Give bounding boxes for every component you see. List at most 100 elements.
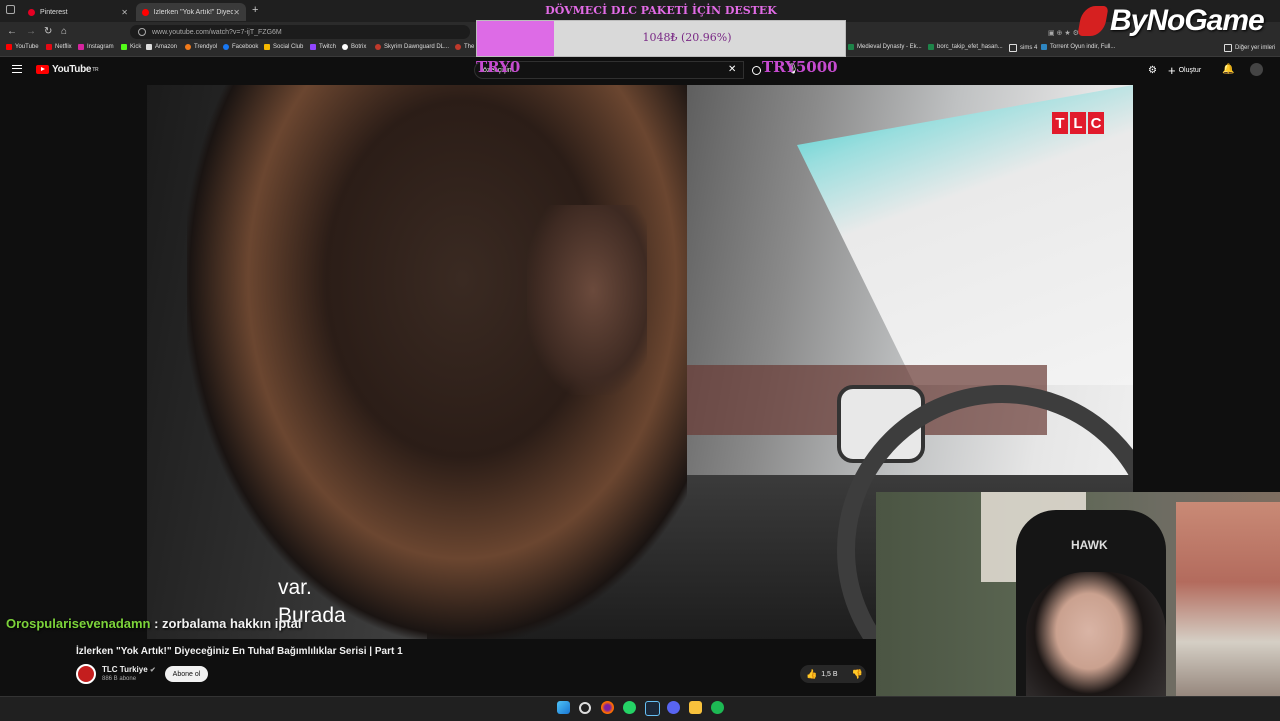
bookmark-youtube[interactable]: YouTube — [6, 44, 39, 50]
channel-name[interactable]: TLC Turkiye ✔ — [102, 665, 156, 674]
reload-icon[interactable]: ↻ — [44, 26, 52, 37]
create-label: Oluştur — [1178, 67, 1202, 74]
bookmark-social-club[interactable]: Social Club — [264, 44, 303, 50]
plus-icon: + — [1168, 63, 1176, 78]
bookmark-instagram[interactable]: Instagram — [78, 44, 114, 50]
menu-icon[interactable] — [12, 65, 22, 73]
instagram-icon — [78, 44, 84, 50]
webcam-overlay: HAWK — [876, 492, 1280, 720]
url-text: www.youtube.com/watch?v=7-ijT_FZG6M — [152, 28, 282, 36]
donation-title: DÖVMECİ DLC PAKETİ İÇİN DESTEK — [545, 4, 777, 17]
donation-progress-text: 1048₺ (20.96%) — [642, 31, 732, 44]
bookmark-trendyol[interactable]: Trendyol — [185, 44, 217, 50]
url-field[interactable]: www.youtube.com/watch?v=7-ijT_FZG6M — [130, 25, 470, 39]
twitch-icon — [310, 44, 316, 50]
youtube-play-icon — [36, 65, 49, 74]
subscribe-button[interactable]: Abone ol — [165, 666, 208, 682]
chat-username: Orospularisevenadamn — [6, 616, 151, 631]
netflix-icon — [46, 44, 52, 50]
create-button[interactable]: + Oluştur — [1168, 63, 1201, 78]
brand-text: ByNoGame — [1110, 4, 1265, 37]
country-code: TR — [92, 66, 99, 73]
bookmark-icon — [455, 44, 461, 50]
video-title: İzlerken "Yok Artık!" Diyeceğiniz En Tuh… — [76, 646, 403, 657]
forward-icon[interactable]: → — [26, 26, 36, 37]
tab-pinterest[interactable]: Pinterest ✕ — [22, 3, 134, 21]
bynogame-logo: ByNoGame — [1077, 4, 1265, 38]
dislike-icon[interactable]: 👎 — [852, 669, 863, 680]
bynogame-mark-icon — [1077, 6, 1109, 36]
close-icon[interactable]: ✕ — [121, 8, 128, 17]
windows-icon[interactable] — [557, 701, 570, 714]
bookmark-twitch[interactable]: Twitch — [310, 44, 336, 50]
tlc-letter: C — [1088, 112, 1104, 134]
donation-start-label: TRY0 — [476, 58, 521, 76]
new-tab-button[interactable]: + — [252, 4, 258, 16]
bookmark-medieval-dynasty[interactable]: Medieval Dynasty - Ek... — [848, 44, 922, 50]
chat-overlay-message: Orospularisevenadamn : zorbalama hakkın … — [6, 616, 302, 631]
pinterest-icon — [28, 8, 35, 16]
facebook-icon — [223, 44, 229, 50]
site-info-icon[interactable] — [138, 28, 146, 36]
spotify-icon[interactable] — [711, 701, 724, 714]
folder-icon — [1224, 44, 1232, 52]
bookmark-kick[interactable]: Kick — [121, 44, 141, 50]
tlc-logo: T L C — [1052, 112, 1104, 134]
trendyol-icon — [185, 44, 191, 50]
like-count: 1,5 B — [821, 670, 838, 678]
bookmark-netflix[interactable]: Netflix — [46, 44, 72, 50]
bookmark-facebook[interactable]: Facebook — [223, 44, 258, 50]
folder-icon — [1009, 44, 1017, 52]
discord-icon[interactable] — [667, 701, 680, 714]
bookmark-borc-takip[interactable]: borc_takip_efet_hasan... — [928, 44, 1003, 50]
sheet-icon — [848, 44, 854, 50]
social-club-icon — [264, 44, 270, 50]
steam-icon[interactable] — [645, 701, 660, 716]
youtube-logo[interactable]: YouTube TR — [36, 64, 99, 75]
tab-label: Pinterest — [40, 8, 68, 16]
other-bookmarks[interactable]: Diğer yer imleri — [1224, 44, 1275, 52]
channel-subscriber-count: 886 B abone — [102, 676, 137, 682]
chat-message-text: : zorbalama hakkın iptal — [150, 616, 302, 631]
close-icon[interactable]: ✕ — [233, 8, 240, 17]
notifications-icon[interactable]: 🔔 — [1222, 64, 1234, 75]
home-icon[interactable]: ⌂ — [61, 26, 67, 37]
chair-logo-text: HAWK — [1071, 538, 1108, 552]
skyrim-icon — [375, 44, 381, 50]
amazon-icon — [146, 44, 152, 50]
bookmark-icon — [1041, 44, 1047, 50]
webcam-shelf — [1176, 502, 1280, 702]
extension-icon[interactable]: ⚙ — [1148, 65, 1157, 76]
avatar[interactable] — [1250, 63, 1263, 76]
bookmark-sims4[interactable]: sims 4 — [1009, 44, 1037, 52]
browser-toolbar-icons: ▣ ⊕ ★ ⚙ — [1048, 30, 1079, 37]
search-icon[interactable] — [579, 702, 591, 714]
clear-search-icon[interactable]: ✕ — [728, 64, 736, 75]
subtitle-line: var. — [278, 576, 312, 599]
donation-goal-label: TRY5000 — [762, 58, 838, 76]
tlc-letter: L — [1070, 112, 1086, 134]
tab-youtube-video[interactable]: İzlerken "Yok Artık!" Diyeceğini ✕ — [136, 3, 246, 21]
windows-taskbar — [0, 696, 1280, 721]
bookmark-amazon[interactable]: Amazon — [146, 44, 177, 50]
youtube-icon — [142, 8, 149, 16]
like-dislike-group: 👍 1,5 B 👎 — [800, 665, 866, 683]
whatsapp-icon[interactable] — [623, 701, 636, 714]
botrix-icon — [342, 44, 348, 50]
youtube-icon — [6, 44, 12, 50]
firefox-icon[interactable] — [601, 701, 614, 714]
like-icon[interactable]: 👍 — [806, 669, 817, 680]
search-icon[interactable] — [752, 66, 761, 75]
bookmark-torrent[interactable]: Torrent Oyun indir, Full... — [1041, 44, 1115, 50]
back-icon[interactable]: ← — [7, 26, 17, 37]
video-face — [527, 205, 647, 395]
tab-overview-icon[interactable] — [6, 5, 15, 14]
sheet-icon — [928, 44, 934, 50]
folder-icon[interactable] — [689, 701, 702, 714]
bookmark-skyrim[interactable]: Skyrim Dawnguard DL... — [375, 44, 449, 50]
channel-avatar[interactable] — [76, 664, 96, 684]
bookmark-botrix[interactable]: Botrix — [342, 44, 366, 50]
tab-label: İzlerken "Yok Artık!" Diyeceğini — [153, 8, 234, 16]
verified-icon: ✔ — [149, 667, 156, 674]
youtube-logo-text: YouTube — [52, 64, 92, 75]
